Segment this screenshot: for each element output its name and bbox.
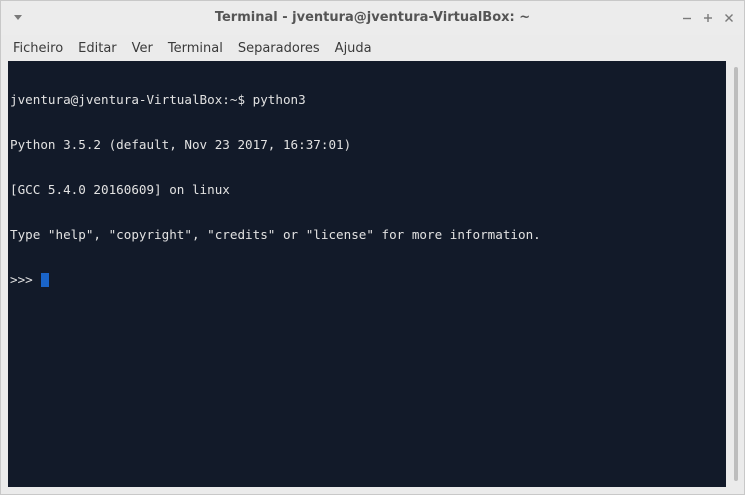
window-controls (680, 9, 736, 27)
terminal-output[interactable]: jventura@jventura-VirtualBox:~$ python3 … (8, 61, 727, 487)
maximize-icon (704, 14, 712, 22)
terminal-line: Type "help", "copyright", "credits" or "… (10, 227, 541, 242)
python-prompt: >>> (10, 272, 33, 287)
python-prompt-line[interactable]: >>> (10, 272, 725, 287)
vertical-scrollbar[interactable] (726, 61, 744, 487)
maximize-button[interactable] (701, 9, 715, 27)
menu-ver[interactable]: Ver (132, 41, 153, 56)
text-cursor (40, 272, 49, 287)
menu-editar[interactable]: Editar (78, 41, 117, 56)
menu-terminal[interactable]: Terminal (168, 41, 223, 56)
terminal-window: Terminal - jventura@jventura-VirtualBox:… (0, 0, 745, 495)
window-title: Terminal - jventura@jventura-VirtualBox:… (214, 10, 531, 25)
terminal-line: Python 3.5.2 (default, Nov 23 2017, 16:3… (10, 137, 352, 152)
menu-ajuda[interactable]: Ajuda (335, 41, 372, 56)
title-bar[interactable]: Terminal - jventura@jventura-VirtualBox:… (1, 1, 744, 35)
terminal-line: [GCC 5.4.0 20160609] on linux (10, 182, 230, 197)
menu-separadores[interactable]: Separadores (238, 41, 320, 56)
close-icon (725, 14, 733, 22)
scrollbar-thumb[interactable] (734, 67, 738, 481)
window-bottom-edge (1, 487, 744, 494)
close-button[interactable] (722, 9, 736, 27)
menu-ficheiro[interactable]: Ficheiro (13, 41, 63, 56)
minimize-icon (683, 17, 691, 20)
terminal-lines: jventura@jventura-VirtualBox:~$ python3 … (10, 62, 725, 317)
terminal-line: jventura@jventura-VirtualBox:~$ python3 (10, 92, 306, 107)
menu-bar: Ficheiro Editar Ver Terminal Separadores… (1, 35, 744, 61)
minimize-button[interactable] (680, 9, 694, 27)
